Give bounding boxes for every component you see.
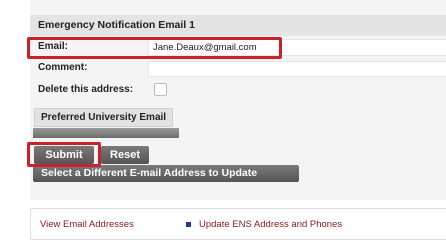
update-ens-link[interactable]: Update ENS Address and Phones bbox=[199, 219, 342, 230]
preferred-email-tab[interactable]: Preferred University Email bbox=[34, 108, 174, 127]
section-header: Emergency Notification Email 1 bbox=[30, 15, 446, 36]
comment-input[interactable] bbox=[148, 61, 446, 77]
reset-button[interactable]: Reset bbox=[101, 146, 149, 164]
preferred-email-bar bbox=[33, 128, 179, 138]
delete-checkbox[interactable] bbox=[154, 83, 167, 96]
email-highlight bbox=[27, 37, 282, 59]
select-different-email-button[interactable]: Select a Different E-mail Address to Upd… bbox=[33, 165, 299, 182]
links-bar: View Email Addresses Update ENS Address … bbox=[30, 208, 446, 240]
comment-label: Comment: bbox=[38, 62, 88, 73]
view-email-addresses-link[interactable]: View Email Addresses bbox=[40, 219, 134, 230]
link-separator-icon bbox=[186, 222, 191, 227]
delete-row: Delete this address: bbox=[30, 81, 446, 99]
section-title: Emergency Notification Email 1 bbox=[38, 19, 195, 31]
submit-highlight bbox=[27, 142, 101, 167]
delete-label: Delete this address: bbox=[38, 84, 134, 95]
comment-row: Comment: bbox=[30, 60, 446, 78]
